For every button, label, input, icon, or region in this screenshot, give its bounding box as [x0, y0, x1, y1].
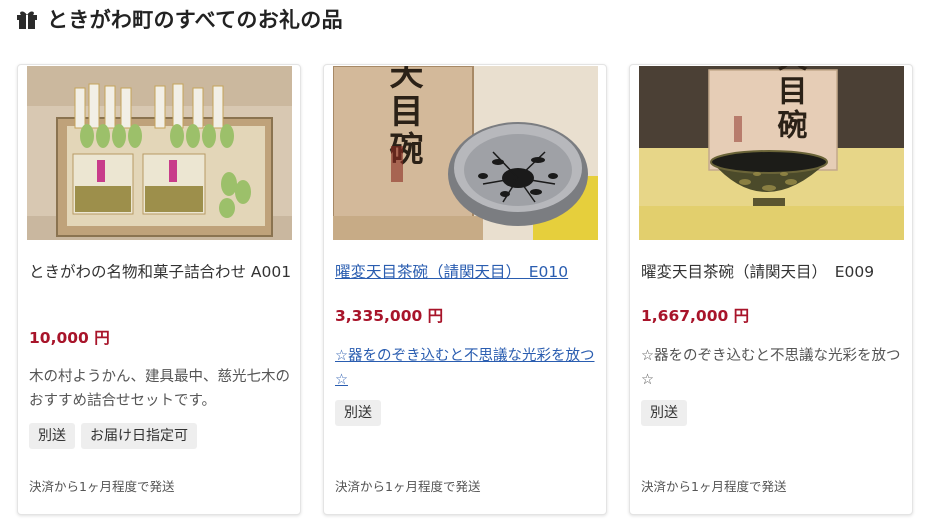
tag-delivery-date: お届け日指定可	[81, 423, 197, 449]
product-title-link[interactable]: 曜変天目茶碗（請関天目） E010	[335, 259, 600, 285]
product-description: ☆器をのぞき込むと不思議な光彩を放つ☆	[641, 348, 901, 388]
tag-list: 別送	[335, 400, 381, 426]
product-card[interactable]: 天目碗 曜変天目茶碗（請関天目） E009 1,667,000 円 ☆器をのぞき…	[629, 64, 913, 515]
tag-list: 別送 お届け日指定可	[29, 423, 197, 449]
heart-icon[interactable]	[256, 74, 282, 98]
shipping-note: 決済から1ヶ月程度で発送	[335, 479, 481, 494]
product-title[interactable]: 曜変天目茶碗（請関天目） E009	[641, 259, 906, 285]
box-calligraphy: 天目碗	[772, 66, 808, 143]
product-card[interactable]: ときがわの名物和菓子詰合わせ A001 10,000 円 木の村ようかん、建具最…	[17, 64, 301, 515]
product-image-wagashi[interactable]	[27, 66, 292, 240]
shipping-note: 決済から1ヶ月程度で発送	[641, 479, 787, 494]
product-price: 3,335,000 円	[335, 307, 444, 325]
product-card[interactable]: 天目碗 曜変天目茶碗（請関天目） E010 3,335,000 円 ☆器をのぞき…	[323, 64, 607, 515]
product-price: 10,000 円	[29, 329, 110, 347]
heart-icon[interactable]	[562, 74, 588, 98]
heart-icon[interactable]	[868, 74, 894, 98]
product-title[interactable]: ときがわの名物和菓子詰合わせ A001	[29, 259, 294, 285]
tag-separate-shipping: 別送	[29, 423, 75, 449]
product-description: 木の村ようかん、建具最中、慈光七木のおすすめ詰合せセットです。	[29, 369, 290, 409]
tag-separate-shipping: 別送	[641, 400, 687, 426]
tag-list: 別送	[641, 400, 687, 426]
tag-separate-shipping: 別送	[335, 400, 381, 426]
gift-icon	[16, 8, 38, 30]
product-description-link[interactable]: ☆器をのぞき込むと不思議な光彩を放つ☆	[335, 344, 600, 392]
product-image-tenmoku-bowl[interactable]: 天目碗	[333, 66, 598, 240]
page-title: ときがわ町のすべてのお礼の品	[47, 8, 343, 32]
shipping-note: 決済から1ヶ月程度で発送	[29, 479, 175, 494]
product-price: 1,667,000 円	[641, 307, 750, 325]
product-image-tenmoku-bowl[interactable]: 天目碗	[639, 66, 904, 240]
section-header: ときがわ町のすべてのお礼の品	[16, 5, 343, 33]
